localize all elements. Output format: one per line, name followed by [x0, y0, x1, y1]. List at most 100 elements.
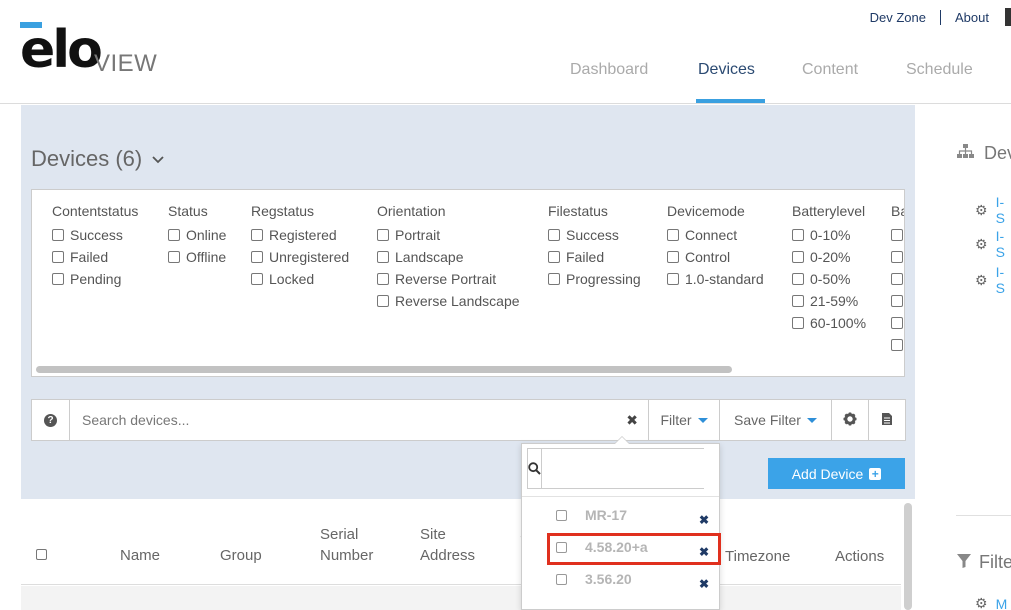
add-device-button[interactable]: Add Device +	[768, 458, 905, 489]
filter-option[interactable]: 0-50%	[792, 268, 866, 290]
checkbox[interactable]	[548, 251, 560, 263]
filter-option[interactable]: Connect	[667, 224, 764, 246]
checkbox[interactable]	[792, 251, 804, 263]
filter-label: Filter	[660, 412, 692, 428]
checkbox[interactable]	[168, 229, 180, 241]
checkbox[interactable]	[891, 317, 903, 329]
checkbox[interactable]	[891, 273, 903, 285]
select-all-checkbox[interactable]	[36, 549, 47, 560]
filter-option[interactable]: Success	[52, 224, 138, 246]
checkbox[interactable]	[667, 273, 679, 285]
checkbox[interactable]	[891, 251, 903, 263]
filter-option[interactable]: Landscape	[377, 246, 520, 268]
dropdown-item[interactable]: MR-17	[556, 504, 716, 526]
checkbox[interactable]	[556, 573, 567, 585]
saved-filter-item[interactable]: ⚙ M	[975, 595, 1007, 610]
filter-option[interactable]: Progressing	[548, 268, 641, 290]
filter-option[interactable]: 0-10%	[792, 224, 866, 246]
filter-option[interactable]: Reverse Portrait	[377, 268, 520, 290]
column-header-actions[interactable]: Actions	[835, 546, 884, 567]
gear-icon[interactable]: ⚙	[975, 272, 988, 289]
checkbox[interactable]	[548, 229, 560, 241]
filter-option[interactable]	[891, 224, 904, 246]
checkbox[interactable]	[792, 229, 804, 241]
checkbox[interactable]	[548, 273, 560, 285]
filter-option[interactable]: 21-59%	[792, 290, 866, 312]
checkbox[interactable]	[667, 229, 679, 241]
checkbox[interactable]	[52, 273, 64, 285]
checkbox[interactable]	[377, 229, 389, 241]
checkbox[interactable]	[168, 251, 180, 263]
help-button[interactable]: ?	[32, 400, 70, 440]
column-header-timezone[interactable]: Timezone	[725, 546, 790, 567]
checkbox[interactable]	[251, 229, 263, 241]
filter-option[interactable]: Failed	[548, 246, 641, 268]
save-filter-button[interactable]: Save Filter	[719, 400, 831, 440]
search-input[interactable]	[82, 412, 602, 428]
filter-option[interactable]	[891, 246, 904, 268]
filter-option[interactable]: Control	[667, 246, 764, 268]
gear-icon[interactable]: ⚙	[975, 595, 988, 610]
filter-option[interactable]: 1.0-standard	[667, 268, 764, 290]
filter-option[interactable]: Registered	[251, 224, 349, 246]
dropdown-item[interactable]: 3.56.20	[556, 568, 716, 590]
group-item[interactable]: ⚙ I-S	[975, 194, 1011, 226]
dropdown-search-input[interactable]	[542, 449, 719, 488]
filter-option[interactable]: Reverse Landscape	[377, 290, 520, 312]
filter-option[interactable]: Offline	[168, 246, 226, 268]
checkbox[interactable]	[52, 251, 64, 263]
checkbox[interactable]	[556, 509, 567, 521]
column-header-group[interactable]: Group	[220, 545, 262, 566]
horizontal-scrollbar[interactable]	[36, 366, 732, 373]
filter-option[interactable]: Failed	[52, 246, 138, 268]
checkbox[interactable]	[667, 251, 679, 263]
remove-x-icon[interactable]: ✖	[699, 513, 709, 527]
chevron-down-icon[interactable]	[152, 151, 164, 167]
filter-option[interactable]: Locked	[251, 268, 349, 290]
filter-option[interactable]	[891, 268, 904, 290]
filter-option[interactable]	[891, 312, 904, 334]
column-header-site-address[interactable]: Site Address	[420, 524, 490, 566]
gear-icon[interactable]: ⚙	[975, 236, 988, 253]
nav-dashboard[interactable]: Dashboard	[570, 61, 648, 79]
clear-search-icon[interactable]: ✖	[626, 412, 638, 429]
export-button[interactable]	[868, 400, 905, 440]
checkbox[interactable]	[891, 339, 903, 351]
filter-option[interactable]: 0-20%	[792, 246, 866, 268]
nav-schedule[interactable]: Schedule	[906, 61, 973, 79]
filter-option[interactable]	[891, 334, 904, 356]
filter-option[interactable]: Success	[548, 224, 641, 246]
user-menu-edge[interactable]	[1005, 8, 1011, 26]
group-item[interactable]: ⚙ I-S	[975, 228, 1011, 260]
checkbox[interactable]	[891, 229, 903, 241]
dev-zone-link[interactable]: Dev Zone	[870, 9, 942, 25]
filter-option[interactable]	[891, 290, 904, 312]
filter-option[interactable]: 60-100%	[792, 312, 866, 334]
table-scrollbar[interactable]	[904, 503, 912, 610]
filter-option[interactable]: Portrait	[377, 224, 520, 246]
checkbox[interactable]	[251, 273, 263, 285]
checkbox[interactable]	[377, 295, 389, 307]
remove-x-icon[interactable]: ✖	[699, 577, 709, 591]
filter-option[interactable]: Unregistered	[251, 246, 349, 268]
group-item[interactable]: ⚙ I-S	[975, 264, 1011, 296]
checkbox[interactable]	[792, 295, 804, 307]
checkbox[interactable]	[52, 229, 64, 241]
column-header-serial-number[interactable]: Serial Number	[320, 524, 390, 566]
gear-icon[interactable]: ⚙	[975, 202, 988, 219]
settings-button[interactable]	[831, 400, 868, 440]
about-link[interactable]: About	[941, 10, 1005, 25]
filter-option[interactable]: Online	[168, 224, 226, 246]
checkbox[interactable]	[792, 317, 804, 329]
checkbox[interactable]	[792, 273, 804, 285]
filter-dropdown-button[interactable]: Filter	[648, 400, 719, 440]
checkbox[interactable]	[377, 273, 389, 285]
checkbox[interactable]	[377, 251, 389, 263]
checkbox[interactable]	[891, 295, 903, 307]
devices-title[interactable]: Devices (6)	[31, 146, 164, 172]
filter-option[interactable]: Pending	[52, 268, 138, 290]
column-header-name[interactable]: Name	[120, 545, 160, 566]
nav-devices[interactable]: Devices	[698, 61, 755, 79]
checkbox[interactable]	[251, 251, 263, 263]
nav-content[interactable]: Content	[802, 61, 858, 79]
